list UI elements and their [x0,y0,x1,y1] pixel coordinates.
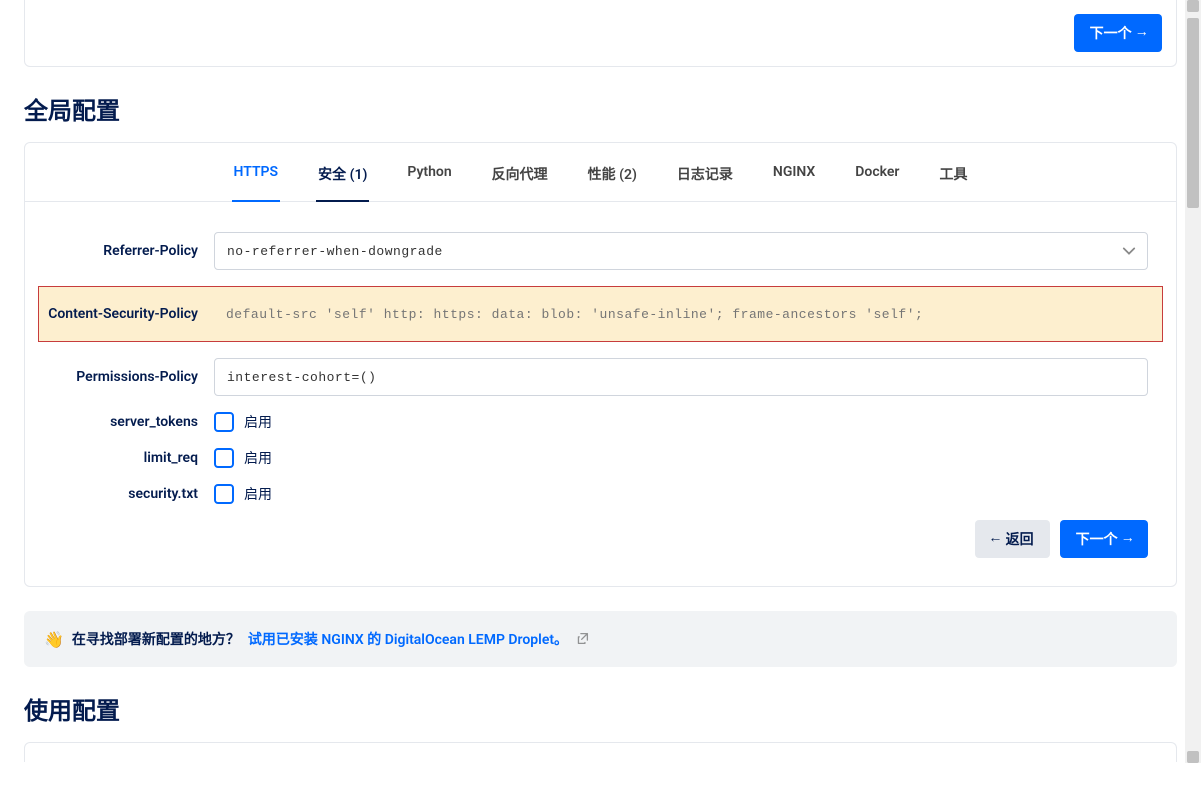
arrow-right-icon: → [1124,531,1132,547]
arrow-right-icon: → [1138,25,1146,41]
previous-section-card: 下一个 → [24,0,1177,67]
tabs-nav: HTTPS 安全 (1) Python 反向代理 性能 (2) 日志记录 NGI… [25,143,1176,202]
permissions-policy-input[interactable] [214,358,1148,396]
csp-input[interactable] [214,295,1148,333]
callout-prefix: 在寻找部署新配置的地方？ [72,629,240,649]
tab-https[interactable]: HTTPS [232,164,281,202]
label-security-txt: security.txt [39,485,214,503]
security-txt-option: 启用 [244,484,272,504]
row-limit-req: limit_req 启用 [39,448,1162,468]
external-link-icon [576,632,589,645]
tab-performance[interactable]: 性能 (2) [586,164,639,202]
label-limit-req: limit_req [39,449,214,467]
row-permissions-policy: Permissions-Policy [39,358,1162,396]
tab-tools[interactable]: 工具 [937,164,969,202]
tab-reverse-proxy[interactable]: 反向代理 [490,164,550,202]
referrer-policy-select[interactable] [214,232,1148,270]
next-button-top[interactable]: 下一个 → [1074,14,1162,52]
scrollbar-up-icon[interactable] [1187,0,1199,12]
next-button[interactable]: 下一个 → [1060,520,1148,558]
row-referrer-policy: Referrer-Policy [39,232,1162,270]
droplet-link-text: 试用已安装 NGINX 的 DigitalOcean LEMP Droplet。 [248,632,568,648]
label-server-tokens: server_tokens [39,413,214,431]
wave-icon: 👋 [44,630,64,649]
label-permissions-policy: Permissions-Policy [39,368,214,386]
tab-docker[interactable]: Docker [853,164,901,202]
page-scrollbar[interactable] [1185,0,1201,763]
scrollbar-thumb[interactable] [1187,18,1199,208]
limit-req-option: 启用 [244,448,272,468]
arrow-left-icon: ← [991,531,999,547]
tab-nginx[interactable]: NGINX [771,164,817,202]
row-server-tokens: server_tokens 启用 [39,412,1162,432]
label-csp: Content-Security-Policy [39,305,214,323]
server-tokens-checkbox[interactable] [214,412,234,432]
form-body: Referrer-Policy Content-Security-Policy … [25,202,1176,586]
next-label: 下一个 [1090,23,1132,43]
limit-req-checkbox[interactable] [214,448,234,468]
droplet-callout: 👋 在寻找部署新配置的地方？ 试用已安装 NGINX 的 DigitalOcea… [24,611,1177,667]
usage-config-card [24,742,1177,762]
usage-config-heading: 使用配置 [24,691,1177,726]
security-txt-checkbox[interactable] [214,484,234,504]
scrollbar-down-icon[interactable] [1187,751,1199,763]
droplet-link[interactable]: 试用已安装 NGINX 的 DigitalOcean LEMP Droplet。 [248,629,589,649]
back-label: 返回 [1006,529,1034,549]
next-label-footer: 下一个 [1076,529,1118,549]
global-config-card: HTTPS 安全 (1) Python 反向代理 性能 (2) 日志记录 NGI… [24,142,1177,587]
card-footer: ← 返回 下一个 → [39,520,1162,572]
label-referrer-policy: Referrer-Policy [39,242,214,260]
row-security-txt: security.txt 启用 [39,484,1162,504]
server-tokens-option: 启用 [244,412,272,432]
tab-security[interactable]: 安全 (1) [316,164,369,202]
global-config-heading: 全局配置 [24,91,1177,126]
tab-python[interactable]: Python [405,164,453,202]
back-button[interactable]: ← 返回 [975,520,1049,558]
row-content-security-policy: Content-Security-Policy [38,286,1163,342]
tab-logging[interactable]: 日志记录 [675,164,735,202]
